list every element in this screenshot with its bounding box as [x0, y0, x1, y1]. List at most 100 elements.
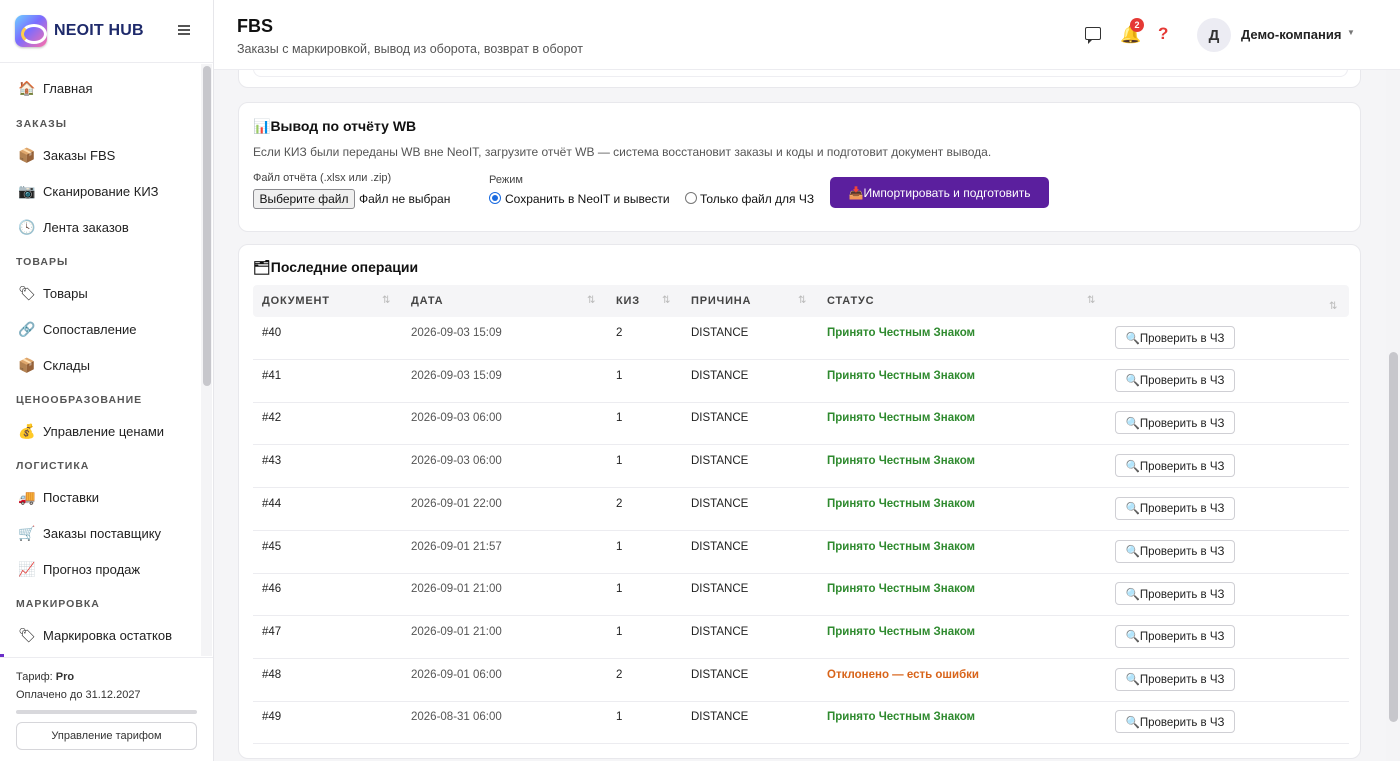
sort-icon[interactable]: ⇅	[382, 295, 390, 306]
sidebar-item[interactable]: 🔗 Сопоставление	[0, 313, 200, 345]
cell-status: Принято Честным Знаком	[827, 497, 976, 510]
table-row: #45 2026-09-01 21:57 1 DISTANCE Принято Чест…	[253, 531, 1349, 574]
cell-reason: DISTANCE	[691, 711, 749, 724]
sidebar-item[interactable]: 📷 Сканирование КИЗ	[0, 175, 200, 207]
table-row: #43 2026-09-03 06:00 1 DISTANCE Принято Чест…	[253, 445, 1349, 489]
menu-toggle-icon[interactable]	[178, 25, 190, 35]
chart-icon: 📊	[253, 118, 271, 134]
mode-save-label[interactable]: Сохранить в NeoIT и вывести	[505, 192, 670, 206]
operations-card: 🗂Последние операции ДОКУМЕНТ ДАТА КИЗ ПРИЧИ…	[238, 244, 1361, 759]
cell-reason: DISTANCE	[691, 583, 749, 596]
sort-icon[interactable]: ⇅	[798, 295, 806, 306]
check-chz-button[interactable]: 🔍Проверить в ЧЗ	[1115, 667, 1235, 691]
sidebar-item[interactable]: 🛒 Заказы поставщику	[0, 517, 200, 549]
column-header[interactable]: ПРИЧИНА	[691, 295, 751, 307]
page-subtitle: Заказы с маркировкой, вывод из оборота, …	[237, 42, 583, 56]
sidebar-item-icon: 🔗	[18, 320, 36, 337]
sort-icon[interactable]: ⇅	[662, 295, 670, 306]
cell-kiz: 1	[616, 540, 623, 553]
sidebar-item[interactable]: 💰 Управление ценами	[0, 415, 200, 447]
sidebar-scroll-thumb[interactable]	[203, 66, 211, 386]
check-chz-button[interactable]: 🔍Проверить в ЧЗ	[1115, 710, 1235, 734]
column-header[interactable]: КИЗ	[616, 295, 640, 307]
sidebar-item-label: Заказы FBS	[43, 147, 116, 163]
wb-report-title-text: Вывод по отчёту WB	[270, 118, 417, 134]
mode-label: Режим	[489, 174, 523, 186]
chat-icon[interactable]	[1085, 27, 1101, 44]
cell-doc: #41	[262, 369, 282, 382]
nav-section-title: ЦЕНООБРАЗОВАНИЕ	[16, 394, 143, 406]
sort-icon[interactable]: ⇅	[1329, 301, 1337, 312]
nav-section-title: ЛОГИСТИКА	[16, 460, 90, 472]
sort-icon[interactable]: ⇅	[1087, 295, 1095, 306]
sidebar-item-icon: 💰	[18, 422, 36, 439]
mode-save-radio[interactable]	[489, 192, 501, 204]
cell-status: Принято Честным Знаком	[827, 455, 976, 468]
sidebar-item-icon: 🚚	[18, 488, 36, 505]
operations-title-text: Последние операции	[270, 259, 419, 275]
sidebar-item-label: Поставки	[43, 489, 99, 505]
sidebar-item[interactable]: 📈 Прогноз продаж	[0, 553, 200, 585]
column-header[interactable]: ДАТА	[411, 295, 443, 307]
cell-date: 2026-08-31 06:00	[411, 711, 502, 724]
sidebar-item[interactable]: 🏠 Главная	[0, 72, 200, 104]
check-chz-button[interactable]: 🔍Проверить в ЧЗ	[1115, 411, 1235, 435]
cell-kiz: 2	[616, 327, 623, 339]
cell-doc: #49	[262, 711, 282, 724]
cell-date: 2026-09-03 15:09	[411, 327, 502, 339]
table-row: #42 2026-09-03 06:00 1 DISTANCE Принято Чест…	[253, 402, 1349, 446]
cell-status: Принято Честным Знаком	[827, 412, 976, 425]
sidebar-item-label: Сопоставление	[43, 321, 137, 337]
cell-doc: #46	[262, 583, 282, 596]
import-button[interactable]: 📥 Импортировать и подготовить	[830, 177, 1049, 208]
notifications-badge: 2	[1130, 18, 1144, 32]
sidebar-item[interactable]: 🏷 Товары	[0, 277, 200, 309]
sidebar-item[interactable]: 🚚 Поставки	[0, 481, 200, 513]
check-chz-button[interactable]: 🔍Проверить в ЧЗ	[1115, 539, 1235, 563]
cell-reason: DISTANCE	[691, 455, 749, 468]
sidebar-item-label: Склады	[43, 357, 90, 373]
cell-kiz: 1	[616, 412, 623, 425]
tariff-plan: Тариф: Pro	[16, 671, 74, 683]
sidebar-item-label: Главная	[43, 80, 93, 96]
check-chz-button[interactable]: 🔍Проверить в ЧЗ	[1115, 582, 1235, 606]
column-header[interactable]: ДОКУМЕНТ	[262, 295, 330, 307]
check-chz-button[interactable]: 🔍Проверить в ЧЗ	[1115, 454, 1235, 478]
check-chz-button[interactable]: 🔍Проверить в ЧЗ	[1115, 624, 1235, 648]
sort-icon[interactable]: ⇅	[587, 295, 595, 306]
sidebar-item[interactable]: 📦 Заказы FBS	[0, 139, 200, 171]
sidebar-item[interactable]: 🏷 Маркировка остатков	[0, 619, 200, 651]
check-chz-button[interactable]: 🔍Проверить в ЧЗ	[1115, 326, 1235, 349]
brand-name[interactable]: NEOIT HUB	[54, 22, 144, 40]
cell-kiz: 2	[616, 497, 623, 510]
sidebar-item[interactable]: 🕓 Лента заказов	[0, 211, 200, 243]
sidebar-item-icon: 🏷	[18, 284, 36, 301]
company-name[interactable]: Демо-компания	[1241, 27, 1341, 42]
cell-reason: DISTANCE	[691, 497, 749, 510]
previous-card-inner	[253, 70, 1348, 77]
mode-file-only-radio[interactable]	[685, 192, 697, 204]
page-header: FBS Заказы с маркировкой, вывод из оборо…	[214, 0, 1400, 70]
file-label: Файл отчёта (.xlsx или .zip)	[253, 172, 392, 184]
sidebar-item-icon: 📦	[18, 146, 36, 163]
avatar[interactable]: Д	[1197, 18, 1231, 52]
choose-file-button[interactable]: Выберите файл	[253, 189, 355, 209]
cell-reason: DISTANCE	[691, 668, 749, 681]
cell-status: Принято Честным Знаком	[827, 327, 976, 339]
table-row: #46 2026-09-01 21:00 1 DISTANCE Принято Чест…	[253, 573, 1349, 617]
chevron-down-icon[interactable]: ▼	[1347, 28, 1355, 37]
sidebar-item[interactable]: 📦 Склады	[0, 349, 200, 381]
app-logo[interactable]	[15, 15, 47, 47]
mode-file-only-label[interactable]: Только файл для ЧЗ	[700, 192, 814, 206]
page-scroll-thumb[interactable]	[1389, 352, 1398, 722]
check-chz-button[interactable]: 🔍Проверить в ЧЗ	[1115, 496, 1235, 520]
manage-tariff-button[interactable]: Управление тарифом	[16, 722, 197, 750]
help-icon[interactable]: ?	[1158, 24, 1168, 44]
check-chz-button[interactable]: 🔍Проверить в ЧЗ	[1115, 368, 1235, 392]
table-row: #47 2026-09-01 21:00 1 DISTANCE Принято Чест…	[253, 616, 1349, 659]
column-header[interactable]: СТАТУС	[827, 295, 874, 307]
cell-reason: DISTANCE	[691, 540, 749, 553]
cell-date: 2026-09-01 21:00	[411, 583, 502, 596]
tariff-label: Тариф:	[16, 671, 53, 683]
cell-date: 2026-09-01 06:00	[411, 668, 502, 681]
